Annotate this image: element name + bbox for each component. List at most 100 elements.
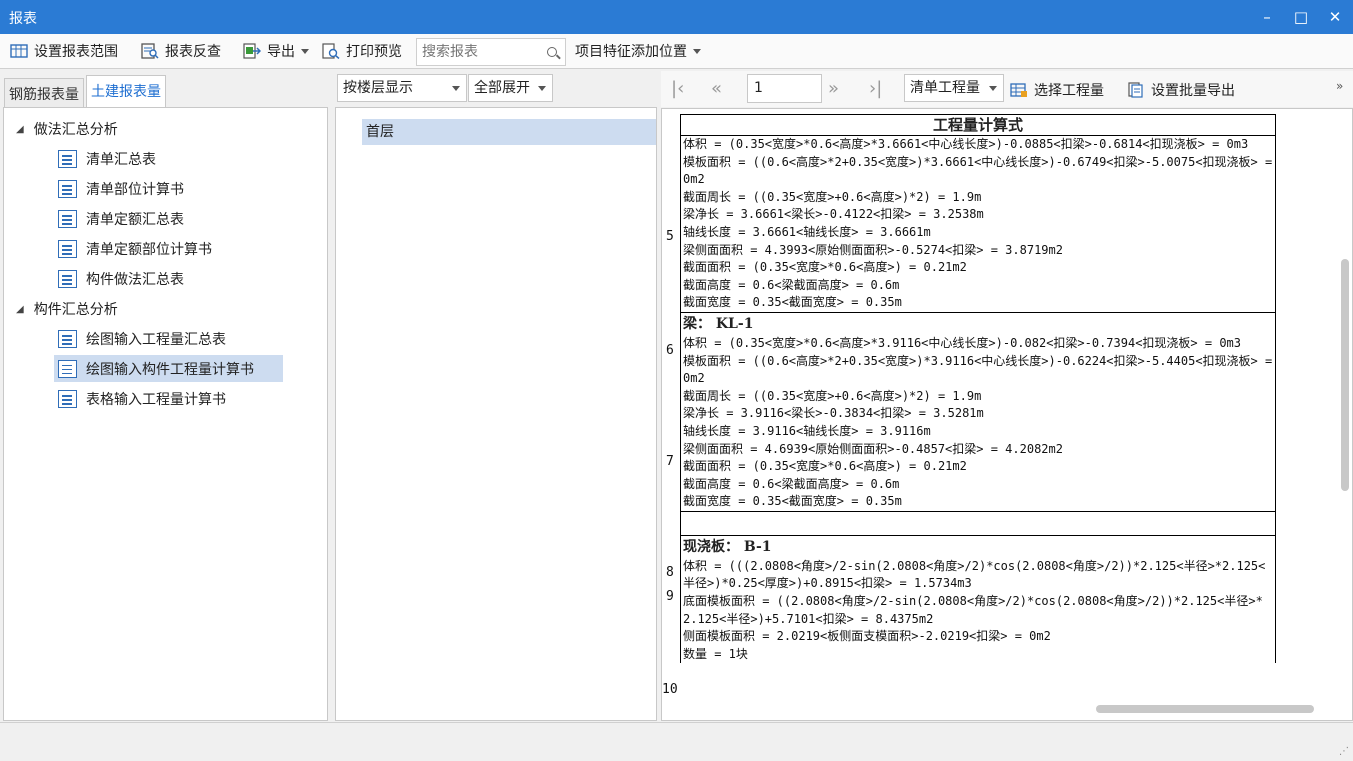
calc-line: 梁净长 = 3.6661<梁长>-0.4122<扣梁> = 3.2538m — [683, 207, 984, 222]
calc-line: 侧面模板面积 = 2.0219<板侧面支模面积>-2.0219<扣梁> = 0m… — [683, 629, 1051, 644]
report-icon — [58, 180, 77, 198]
tree-item-component-method-summary[interactable]: 构件做法汇总表 — [58, 266, 184, 292]
tree-item-label: 清单汇总表 — [86, 152, 156, 168]
feature-position-label: 项目特征添加位置 — [575, 44, 687, 60]
window-title: 报表 — [9, 11, 37, 27]
report-reverse-check-button[interactable]: 报表反查 — [141, 40, 221, 62]
page-number-input[interactable]: 1 — [747, 74, 822, 103]
status-bar: ⋰ — [0, 722, 1353, 761]
report-category-panel: 钢筋报表量 土建报表量 ◢ 做法汇总分析 清单汇总表 清单部位计算书 清单定额汇… — [0, 71, 331, 721]
window-titlebar: 报表 – □ ✕ — [0, 0, 1353, 34]
report-search-icon — [141, 43, 159, 59]
tree-item-bill-location-calc[interactable]: 清单部位计算书 — [58, 176, 184, 202]
tree-item-label: 清单部位计算书 — [86, 182, 184, 198]
chevron-down-icon — [989, 86, 997, 91]
calc-line: 截面高度 = 0.6<梁截面高度> = 0.6m — [683, 277, 900, 292]
expand-mode-value: 全部展开 — [474, 80, 530, 96]
feature-position-dropdown[interactable]: 项目特征添加位置 — [575, 40, 701, 62]
maximize-button[interactable]: □ — [1284, 0, 1318, 34]
expand-mode-dropdown[interactable]: 全部展开 — [468, 74, 553, 102]
row-number: 9 — [666, 589, 674, 604]
calc-line: 轴线长度 = 3.9116<轴线长度> = 3.9116m — [683, 423, 931, 438]
report-search-box — [416, 38, 566, 66]
calc-line: 截面宽度 = 0.35<截面宽度> = 0.35m — [683, 295, 902, 310]
row-number: 7 — [666, 454, 674, 469]
tree-item-label: 绘图输入构件工程量计算书 — [86, 361, 254, 378]
vertical-scrollbar[interactable] — [1341, 259, 1349, 491]
search-icon[interactable] — [547, 47, 557, 57]
calc-row-6: 梁： KL-1 — [683, 315, 754, 332]
more-options-icon[interactable]: » — [1336, 79, 1343, 93]
report-search-input[interactable] — [417, 39, 537, 65]
calc-line: 数量 = 1块 — [683, 646, 748, 661]
calc-column-header: 工程量计算式 — [681, 114, 1275, 136]
row-number: 8 — [666, 565, 674, 580]
previous-page-icon[interactable]: « — [711, 78, 722, 99]
last-page-icon[interactable]: ›| — [869, 78, 882, 99]
close-button[interactable]: ✕ — [1318, 0, 1352, 34]
chevron-down-icon — [452, 86, 460, 91]
report-reverse-check-label: 报表反查 — [165, 44, 221, 60]
floor-item-first[interactable]: 首层 — [362, 119, 656, 145]
tree-item-table-quantity-calc[interactable]: 表格输入工程量计算书 — [58, 386, 226, 412]
tree-item-label: 清单定额部位计算书 — [86, 242, 212, 258]
report-icon — [58, 210, 77, 228]
tree-group-component-summary[interactable]: ◢ 构件汇总分析 — [16, 296, 118, 322]
calc-row-9: 现浇板： B-1 — [683, 538, 772, 555]
tree-item-bill-quota-location-calc[interactable]: 清单定额部位计算书 — [58, 236, 212, 262]
batch-export-label: 设置批量导出 — [1151, 83, 1235, 99]
batch-export-button[interactable]: 设置批量导出 — [1127, 79, 1235, 101]
row-number: 10 — [662, 682, 678, 697]
display-mode-dropdown[interactable]: 按楼层显示 — [337, 74, 467, 102]
next-page-icon[interactable]: » — [828, 78, 839, 99]
floor-panel: 按楼层显示 全部展开 首层 — [335, 71, 657, 721]
calc-line: 截面宽度 = 0.35<截面宽度> = 0.35m — [683, 494, 902, 509]
report-toolbar: |‹ « 1 » ›| 清单工程量 选择工程量 设置批量导出 » — [661, 71, 1353, 107]
report-icon — [58, 390, 77, 408]
calc-line: 体积 = (0.35<宽度>*0.6<高度>*3.6661<中心线长度>)-0.… — [683, 137, 1249, 151]
calc-line: 截面周长 = ((0.35<宽度>+0.6<高度>)*2) = 1.9m — [683, 388, 982, 403]
tree-item-bill-quota-summary[interactable]: 清单定额汇总表 — [58, 206, 184, 232]
minimize-button[interactable]: – — [1250, 0, 1284, 34]
calc-row-10: 体积 = (((2.0808<角度>/2-sin(2.0808<角度>/2)*c… — [681, 558, 1275, 664]
calc-line: 梁侧面面积 = 4.6939<原始侧面面积>-0.4857<扣梁> = 4.20… — [683, 441, 1063, 456]
select-quantity-label: 选择工程量 — [1034, 83, 1104, 99]
report-tree: ◢ 做法汇总分析 清单汇总表 清单部位计算书 清单定额汇总表 清单定额部位计算书… — [3, 107, 328, 721]
main-toolbar: 设置报表范围 报表反查 导出 打印预览 项目特征添加位置 — [0, 34, 1353, 69]
row-number: 6 — [666, 343, 674, 358]
calc-line: 梁净长 = 3.9116<梁长>-0.3834<扣梁> = 3.5281m — [683, 406, 984, 421]
first-page-icon[interactable]: |‹ — [671, 78, 684, 99]
print-preview-button[interactable]: 打印预览 — [322, 40, 402, 62]
tree-group-method-summary[interactable]: ◢ 做法汇总分析 — [16, 116, 118, 142]
report-icon — [58, 270, 77, 288]
quantity-type-dropdown[interactable]: 清单工程量 — [904, 74, 1004, 102]
calc-line: 截面周长 = ((0.35<宽度>+0.6<高度>)*2) = 1.9m — [683, 189, 982, 204]
horizontal-scrollbar[interactable] — [1096, 705, 1314, 713]
collapse-arrow-icon[interactable]: ◢ — [16, 304, 24, 315]
calc-row-5: 体积 = (0.35<宽度>*0.6<高度>*3.6661<中心线长度>)-0.… — [681, 136, 1275, 313]
resize-grip-icon[interactable]: ⋰ — [1339, 746, 1349, 757]
batch-export-icon — [1127, 82, 1145, 98]
export-button[interactable]: 导出 — [243, 40, 309, 62]
tree-item-bill-summary[interactable]: 清单汇总表 — [58, 146, 156, 172]
calc-row-7: 体积 = (0.35<宽度>*0.6<高度>*3.9116<中心线长度>)-0.… — [681, 335, 1275, 512]
tree-item-label: 清单定额汇总表 — [86, 212, 184, 228]
tree-item-label: 绘图输入工程量汇总表 — [86, 332, 226, 348]
tree-item-label: 构件做法汇总表 — [86, 272, 184, 288]
report-icon — [58, 150, 77, 168]
tree-item-drawing-quantity-summary[interactable]: 绘图输入工程量汇总表 — [58, 326, 226, 352]
tree-group-label: 构件汇总分析 — [33, 302, 118, 318]
tab-civil-report[interactable]: 土建报表量 — [86, 75, 166, 108]
tab-rebar-report[interactable]: 钢筋报表量 — [4, 78, 84, 108]
chevron-down-icon — [693, 48, 701, 54]
tree-item-label: 表格输入工程量计算书 — [86, 392, 226, 408]
display-mode-value: 按楼层显示 — [343, 80, 413, 96]
set-report-range-button[interactable]: 设置报表范围 — [10, 40, 118, 62]
report-type-tabs: 钢筋报表量 土建报表量 — [4, 75, 168, 108]
calc-line: 截面面积 = (0.35<宽度>*0.6<高度>) = 0.21m2 — [683, 459, 967, 474]
collapse-arrow-icon[interactable]: ◢ — [16, 124, 24, 135]
tree-item-drawing-component-calc[interactable]: 绘图输入构件工程量计算书 — [54, 355, 283, 382]
select-quantity-button[interactable]: 选择工程量 — [1010, 79, 1104, 101]
report-view-panel: |‹ « 1 » ›| 清单工程量 选择工程量 设置批量导出 » 工程量计算式 … — [661, 71, 1353, 721]
chevron-down-icon — [301, 48, 309, 54]
